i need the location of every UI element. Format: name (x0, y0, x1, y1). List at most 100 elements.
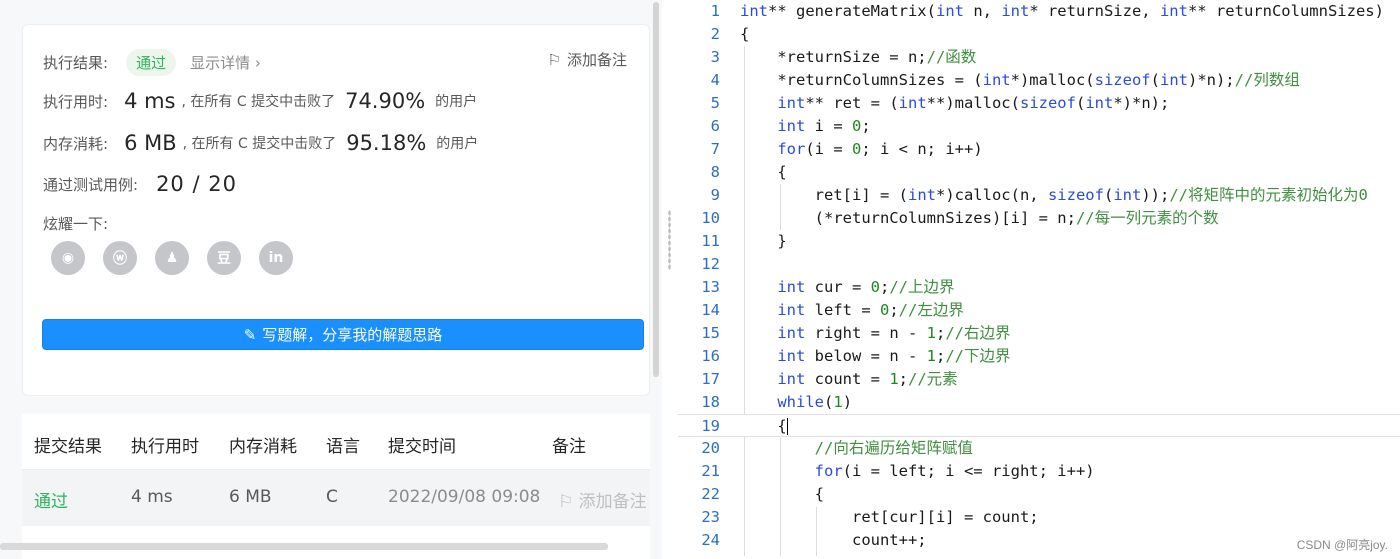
code-line[interactable]: 14 int left = 0;//左边界 (678, 299, 1400, 322)
line-number: 24 (701, 531, 720, 549)
memory-value: 6 MB (124, 131, 177, 155)
vertical-scrollbar[interactable] (653, 2, 659, 377)
tests-label: 通过测试用例: (43, 175, 139, 194)
code-line[interactable]: 24 count++; (678, 529, 1400, 552)
runtime-row: 执行用时: 4 ms , 在所有 C 提交中击败了 74.90% 的用户 (43, 89, 477, 113)
weibo-icon[interactable]: ⓦ (103, 241, 137, 275)
code-line[interactable]: 13 int cur = 0;//上边界 (678, 276, 1400, 299)
code-text[interactable]: *returnSize = n;//函数 (740, 46, 976, 69)
code-text[interactable]: count++; (740, 529, 927, 552)
code-text[interactable]: ret[i] = (int*)calloc(n, sizeof(int));//… (740, 184, 1368, 207)
line-number: 5 (710, 94, 720, 112)
line-number: 19 (701, 417, 720, 435)
splitter-grip-icon[interactable] (668, 210, 671, 270)
line-number: 1 (710, 2, 720, 20)
pencil-icon: ✎ (243, 325, 257, 344)
memory-suffix: 的用户 (436, 136, 479, 152)
line-number: 17 (701, 370, 720, 388)
code-text[interactable]: //向右遍历给矩阵赋值 (740, 437, 973, 460)
code-text[interactable]: int** ret = (int**)malloc(sizeof(int*)*n… (740, 92, 1169, 115)
code-editor[interactable]: 1 int** generateMatrix(int n, int* return… (678, 0, 1400, 559)
write-solution-label: 写题解，分享我的解题思路 (262, 326, 443, 344)
line-number: 13 (701, 278, 720, 296)
row-time: 4 ms (131, 487, 173, 507)
douban-icon[interactable]: 豆 (207, 241, 241, 275)
write-solution-button[interactable]: ✎ 写题解，分享我的解题思路 (42, 319, 644, 350)
code-line[interactable]: 8 { (678, 161, 1400, 184)
code-line[interactable]: 19 { (678, 414, 1400, 437)
code-text[interactable]: ret[cur][i] = count; (740, 506, 1039, 529)
flag-icon: ⚐ (547, 50, 561, 69)
row-submit-time: 2022/09/08 09:08 (388, 487, 541, 507)
code-line[interactable]: 18 while(1) (678, 391, 1400, 414)
code-line[interactable]: 12 (678, 253, 1400, 276)
show-detail-link[interactable]: 显示详情 › (190, 52, 261, 73)
add-note-button[interactable]: ⚐ 添加备注 (548, 49, 627, 70)
code-text[interactable]: { (740, 415, 788, 438)
code-text[interactable]: int right = n - 1;//右边界 (740, 322, 1010, 345)
code-text[interactable]: (*returnColumnSizes)[i] = n;//每一列元素的个数 (740, 207, 1219, 230)
code-line[interactable]: 16 int below = n - 1;//下边界 (678, 345, 1400, 368)
line-number: 3 (710, 48, 720, 66)
row-language: C (326, 487, 338, 507)
result-pane: 执行结果: 通过 显示详情 › ⚐ 添加备注 执行用时: 4 ms , 在所有 … (0, 0, 662, 559)
wechat-icon[interactable]: ◉ (51, 241, 85, 275)
code-line[interactable]: 7 for(i = 0; i < n; i++) (678, 138, 1400, 161)
code-line[interactable]: 2{ (678, 23, 1400, 46)
code-line[interactable]: 3 *returnSize = n;//函数 (678, 46, 1400, 69)
line-number: 23 (701, 508, 720, 526)
line-number: 18 (701, 393, 720, 411)
pane-splitter[interactable] (662, 0, 678, 559)
row-add-note[interactable]: ⚐ 添加备注 (558, 487, 647, 512)
code-text[interactable]: int below = n - 1;//下边界 (740, 345, 1010, 368)
code-text[interactable]: int left = 0;//左边界 (740, 299, 964, 322)
table-row[interactable]: 通过 4 ms 6 MB C 2022/09/08 09:08 ⚐ 添加备注 (22, 470, 650, 526)
result-label: 执行结果: (43, 54, 109, 72)
code-text[interactable]: for(i = 0; i < n; i++) (740, 138, 982, 161)
line-number: 14 (701, 301, 720, 319)
add-note-label: 添加备注 (566, 51, 627, 69)
code-text[interactable]: int i = 0; (740, 115, 870, 138)
table-header: 提交结果 执行用时 内存消耗 语言 提交时间 备注 (22, 414, 650, 470)
line-number: 11 (701, 232, 720, 250)
runtime-text: , 在所有 C 提交中击败了 (181, 94, 336, 110)
code-line[interactable]: 6 int i = 0; (678, 115, 1400, 138)
code-line[interactable]: 4 *returnColumnSizes = (int*)malloc(size… (678, 69, 1400, 92)
code-line[interactable]: 1 int** generateMatrix(int n, int* return… (678, 0, 1400, 23)
code-text[interactable]: { (740, 161, 786, 184)
memory-label: 内存消耗: (43, 134, 109, 153)
line-number: 12 (701, 255, 720, 273)
line-number: 16 (701, 347, 720, 365)
code-text[interactable]: int count = 1;//元素 (740, 368, 957, 391)
status-badge: 通过 (126, 49, 177, 76)
code-line[interactable]: 9 ret[i] = (int*)calloc(n, sizeof(int));… (678, 184, 1400, 207)
code-line[interactable]: 15 int right = n - 1;//右边界 (678, 322, 1400, 345)
code-text[interactable]: } (740, 230, 786, 253)
row-memory: 6 MB (229, 487, 272, 507)
code-text[interactable]: { (740, 483, 824, 506)
result-row: 执行结果: 通过 显示详情 › (43, 49, 261, 76)
line-number: 21 (701, 462, 720, 480)
code-line[interactable]: 21 for(i = left; i <= right; i++) (678, 460, 1400, 483)
code-line[interactable]: 20 //向右遍历给矩阵赋值 (678, 437, 1400, 460)
qq-icon[interactable]: ♟ (155, 241, 189, 275)
code-line[interactable]: 10 (*returnColumnSizes)[i] = n;//每一列元素的个… (678, 207, 1400, 230)
code-line[interactable]: 17 int count = 1;//元素 (678, 368, 1400, 391)
code-text[interactable]: while(1) (740, 391, 852, 414)
header-memory: 内存消耗 (229, 437, 297, 457)
horizontal-scrollbar[interactable] (0, 543, 608, 550)
code-line[interactable]: 23 ret[cur][i] = count; (678, 506, 1400, 529)
code-text[interactable]: int** generateMatrix(int n, int* returnS… (740, 0, 1384, 23)
row-status[interactable]: 通过 (34, 487, 68, 512)
memory-row: 内存消耗: 6 MB , 在所有 C 提交中击败了 95.18% 的用户 (43, 131, 478, 155)
line-number: 15 (701, 324, 720, 342)
code-line[interactable]: 11 } (678, 230, 1400, 253)
code-text[interactable]: for(i = left; i <= right; i++) (740, 460, 1095, 483)
code-line[interactable]: 22 { (678, 483, 1400, 506)
share-row: 炫耀一下: (43, 213, 108, 234)
code-line[interactable]: 5 int** ret = (int**)malloc(sizeof(int*)… (678, 92, 1400, 115)
code-text[interactable]: *returnColumnSizes = (int*)malloc(sizeof… (740, 69, 1300, 92)
linkedin-icon[interactable]: in (259, 241, 293, 275)
code-text[interactable]: int cur = 0;//上边界 (740, 276, 954, 299)
code-text[interactable]: { (740, 23, 749, 46)
